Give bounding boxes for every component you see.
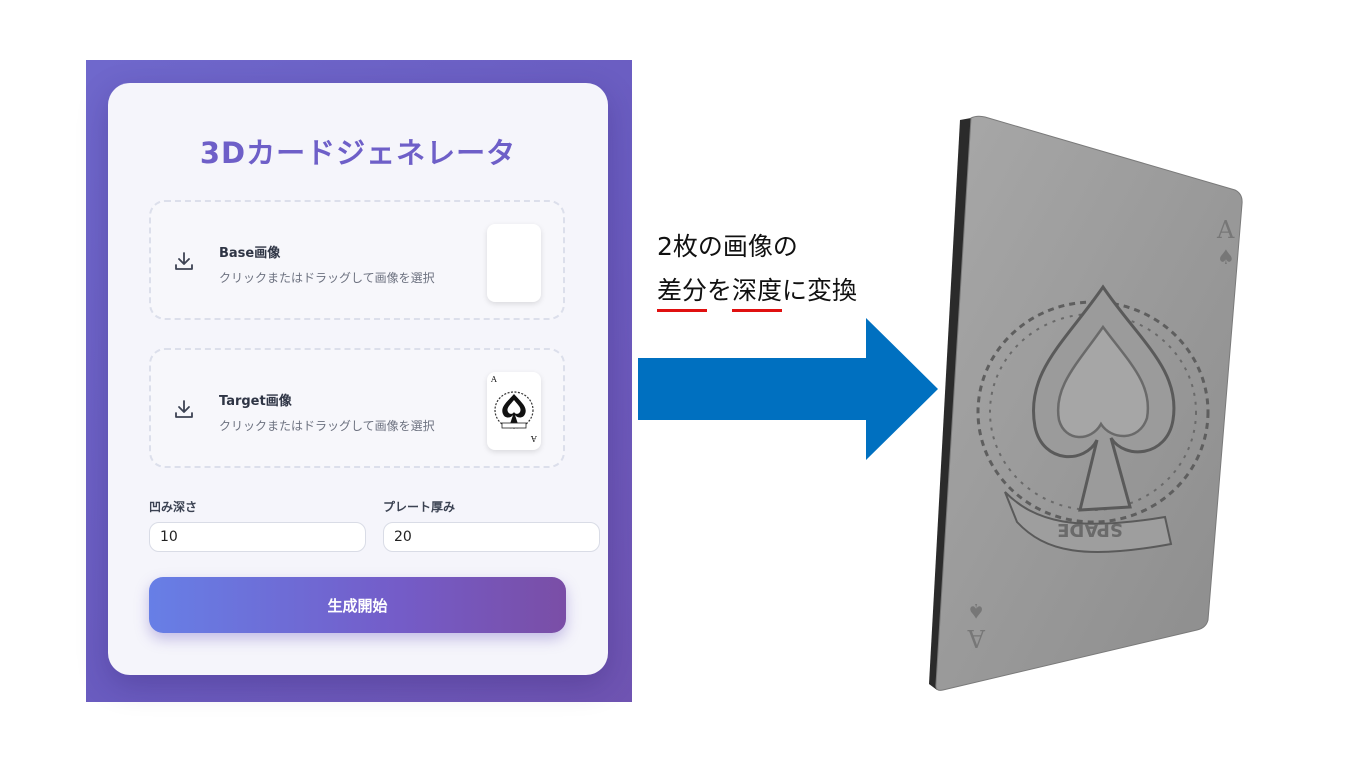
base-image-hint: クリックまたはドラッグして画像を選択 xyxy=(219,271,435,285)
underlined-word-depth: 深度 xyxy=(732,276,783,312)
thumb-rank-bottom: A xyxy=(531,434,538,443)
card-banner-text: SPADE xyxy=(1057,519,1123,540)
depth-input[interactable] xyxy=(149,522,366,552)
svg-text:♠: ♠ xyxy=(1217,245,1235,269)
target-image-hint: クリックまたはドラッグして画像を選択 xyxy=(219,419,435,433)
target-image-preview: A A xyxy=(487,372,541,450)
base-image-dropzone[interactable]: Base画像 クリックまたはドラッグして画像を選択 xyxy=(149,200,565,320)
thumb-rank-top: A xyxy=(490,375,497,384)
annotation-line-1: 2枚の画像の xyxy=(657,232,798,261)
target-image-label: Target画像 xyxy=(219,394,292,409)
generate-button[interactable]: 生成開始 xyxy=(149,577,566,633)
thickness-input[interactable] xyxy=(383,522,600,552)
right-arrow-icon xyxy=(638,318,938,460)
annotation-line-2: 差分を深度に変換 xyxy=(657,276,858,312)
card-rank-bottom: A xyxy=(967,624,986,652)
base-image-label: Base画像 xyxy=(219,246,281,261)
thickness-label: プレート厚み xyxy=(383,500,456,514)
page-title: 3Dカードジェネレータ xyxy=(199,136,517,170)
ace-of-spades-thumbnail: A A xyxy=(490,375,538,443)
annotation-convert-text: に変換 xyxy=(782,276,858,305)
depth-label: 凹み深さ xyxy=(149,500,198,514)
3d-card-result: A ♠ A ♠ SPADE xyxy=(929,115,1243,691)
svg-text:♠: ♠ xyxy=(967,599,985,623)
underlined-word-difference: 差分 xyxy=(657,276,708,312)
target-image-dropzone[interactable]: Target画像 クリックまたはドラッグして画像を選択 A A xyxy=(149,348,565,468)
card-rank-top: A xyxy=(1216,216,1235,244)
download-icon xyxy=(175,252,193,270)
download-icon xyxy=(175,400,193,418)
base-image-preview xyxy=(487,224,541,302)
annotation-particle: を xyxy=(707,276,733,305)
